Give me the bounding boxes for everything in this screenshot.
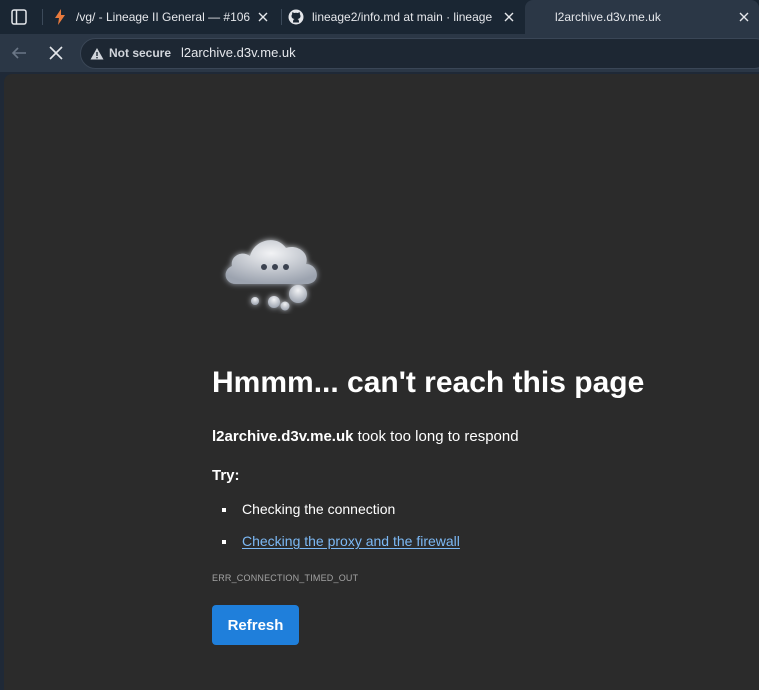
tab-separator <box>281 9 282 25</box>
url-text[interactable]: l2archive.d3v.me.uk <box>181 45 296 60</box>
tab-title: lineage2/info.md at main · lineage2 <box>312 10 492 24</box>
error-host: l2archive.d3v.me.uk <box>212 428 354 445</box>
tab-github-lineage2[interactable]: lineage2/info.md at main · lineage2 <box>288 0 524 34</box>
suggestion-text: Checking the connection <box>242 501 396 517</box>
tab-separator <box>42 9 43 25</box>
tab-title: /vg/ - Lineage II General — #106 <box>76 10 251 24</box>
bullet <box>222 540 226 545</box>
bullet <box>222 508 226 513</box>
error-message: l2archive.d3v.me.uk took too long to res… <box>212 428 519 445</box>
error-message-text: took too long to respond <box>353 428 519 445</box>
stop-loading-icon[interactable] <box>46 43 66 63</box>
error-code: ERR_CONNECTION_TIMED_OUT <box>212 573 359 583</box>
github-icon <box>288 9 304 25</box>
toolbar: Not secure l2archive.d3v.me.uk <box>0 34 759 72</box>
refresh-button[interactable]: Refresh <box>212 605 299 645</box>
warning-icon[interactable] <box>90 47 104 61</box>
tab-strip: /vg/ - Lineage II General — #106 lineage… <box>0 0 759 34</box>
address-bar[interactable]: Not secure l2archive.d3v.me.uk <box>80 38 759 69</box>
close-tab-icon[interactable] <box>256 10 270 24</box>
suggestion-item: Checking the proxy and the firewall <box>222 533 460 549</box>
proxy-firewall-link[interactable]: Checking the proxy and the firewall <box>242 533 460 549</box>
tab-vg-lineage[interactable]: /vg/ - Lineage II General — #106 <box>52 0 278 34</box>
tab-l2archive[interactable]: l2archive.d3v.me.uk <box>525 0 759 34</box>
suggestion-item: Checking the connection <box>222 501 395 517</box>
cloud-icon <box>225 240 317 311</box>
error-heading: Hmmm... can't reach this page <box>212 366 645 399</box>
security-label[interactable]: Not secure <box>109 46 171 60</box>
close-tab-icon[interactable] <box>502 10 516 24</box>
try-label: Try: <box>212 467 240 484</box>
tab-actions-icon[interactable] <box>10 8 28 26</box>
lightning-icon <box>52 9 68 25</box>
tab-title: l2archive.d3v.me.uk <box>555 10 661 24</box>
back-arrow-icon[interactable] <box>9 43 29 63</box>
close-tab-icon[interactable] <box>737 10 751 24</box>
